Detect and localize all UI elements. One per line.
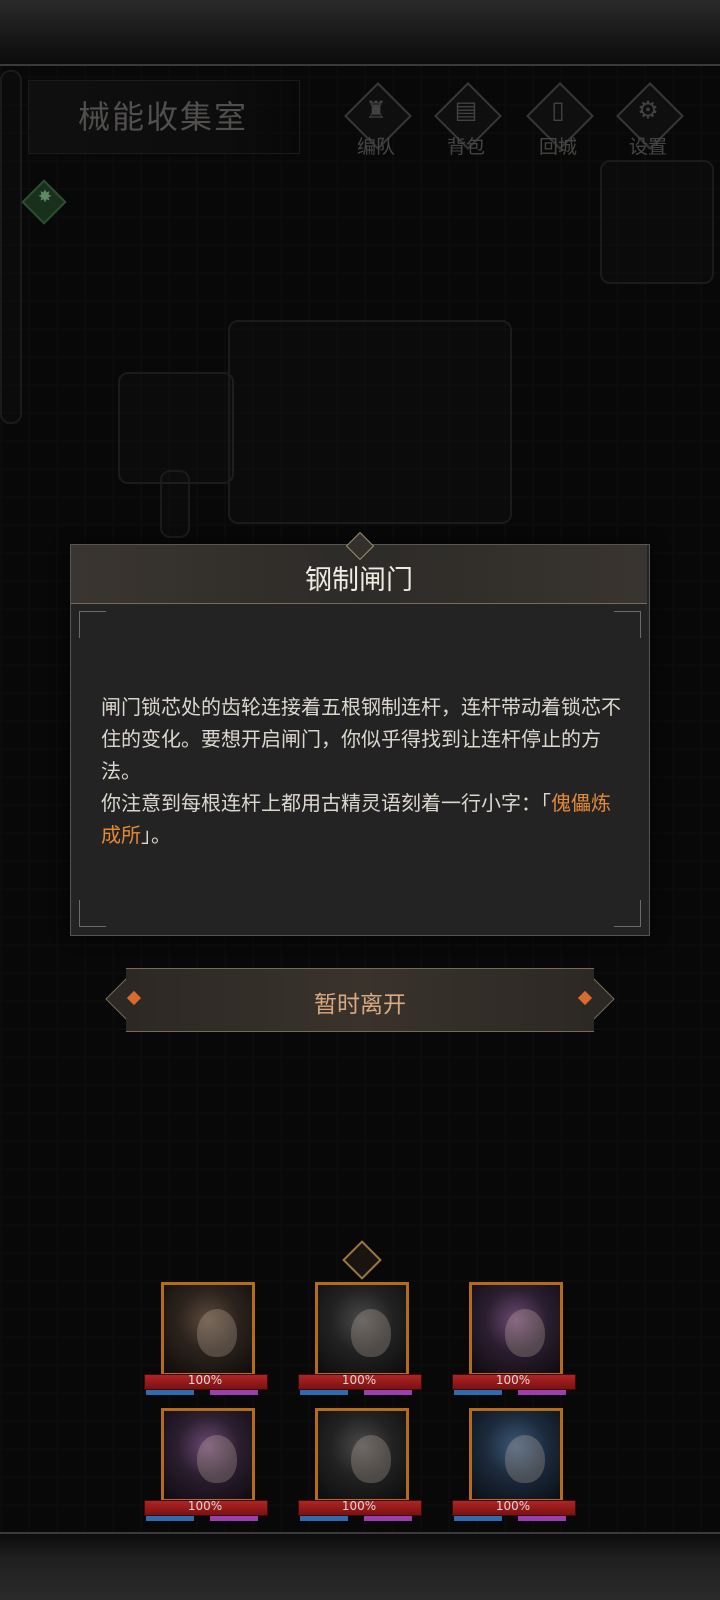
bottom-frame <box>0 1532 720 1600</box>
sp-bar <box>210 1390 258 1395</box>
dialog-body: 闸门锁芯处的齿轮连接着五根钢制连杆，连杆带动着锁芯不住的变化。要想开启闸门，你似… <box>101 691 621 851</box>
sp-bar <box>518 1516 566 1521</box>
party-member-5[interactable]: 100% <box>298 1408 422 1521</box>
mp-bar <box>300 1390 348 1395</box>
party-member-3[interactable]: 100% <box>452 1282 576 1395</box>
top-frame <box>0 0 720 66</box>
corner-ornament <box>79 900 106 927</box>
corner-ornament <box>614 900 641 927</box>
hero-face <box>197 1435 237 1483</box>
leave-button-label[interactable]: 暂时离开 <box>126 985 594 1019</box>
dialog-text: 你注意到每根连杆上都用古精灵语刻着一行小字：「 <box>101 791 551 815</box>
sp-bar <box>518 1390 566 1395</box>
hero-face <box>351 1309 391 1357</box>
hp-value: 100% <box>495 1499 531 1513</box>
party-member-1[interactable]: 100% <box>144 1282 268 1395</box>
corner-ornament <box>79 611 106 638</box>
party-member-2[interactable]: 100% <box>298 1282 422 1395</box>
hp-value: 100% <box>341 1499 377 1513</box>
dialog-paragraph: 你注意到每根连杆上都用古精灵语刻着一行小字：「傀儡炼成所」。 <box>101 787 621 851</box>
hero-face <box>351 1435 391 1483</box>
mp-bar <box>454 1516 502 1521</box>
dialog-title: 钢制闸门 <box>305 565 413 596</box>
corner-ornament <box>614 611 641 638</box>
sp-bar <box>210 1516 258 1521</box>
hero-portrait <box>161 1408 255 1502</box>
hero-portrait <box>469 1282 563 1376</box>
hp-value: 100% <box>341 1373 377 1387</box>
mp-bar <box>300 1516 348 1521</box>
mp-bar <box>146 1390 194 1395</box>
hero-face <box>197 1309 237 1357</box>
party-member-4[interactable]: 100% <box>144 1408 268 1521</box>
event-dialog: 钢制闸门 闸门锁芯处的齿轮连接着五根钢制连杆，连杆带动着锁芯不住的变化。要想开启… <box>70 531 650 936</box>
hero-portrait <box>161 1282 255 1376</box>
sp-bar <box>364 1516 412 1521</box>
mp-bar <box>454 1390 502 1395</box>
hero-portrait <box>469 1408 563 1502</box>
mp-bar <box>146 1516 194 1521</box>
hero-portrait <box>315 1408 409 1502</box>
hp-value: 100% <box>495 1373 531 1387</box>
hp-value: 100% <box>187 1373 223 1387</box>
hp-value: 100% <box>187 1499 223 1513</box>
hero-portrait <box>315 1282 409 1376</box>
hero-face <box>505 1309 545 1357</box>
party-member-6[interactable]: 100% <box>452 1408 576 1521</box>
sp-bar <box>364 1390 412 1395</box>
dialog-text: 」。 <box>141 823 171 847</box>
dialog-paragraph: 闸门锁芯处的齿轮连接着五根钢制连杆，连杆带动着锁芯不住的变化。要想开启闸门，你似… <box>101 695 621 783</box>
hero-face <box>505 1435 545 1483</box>
